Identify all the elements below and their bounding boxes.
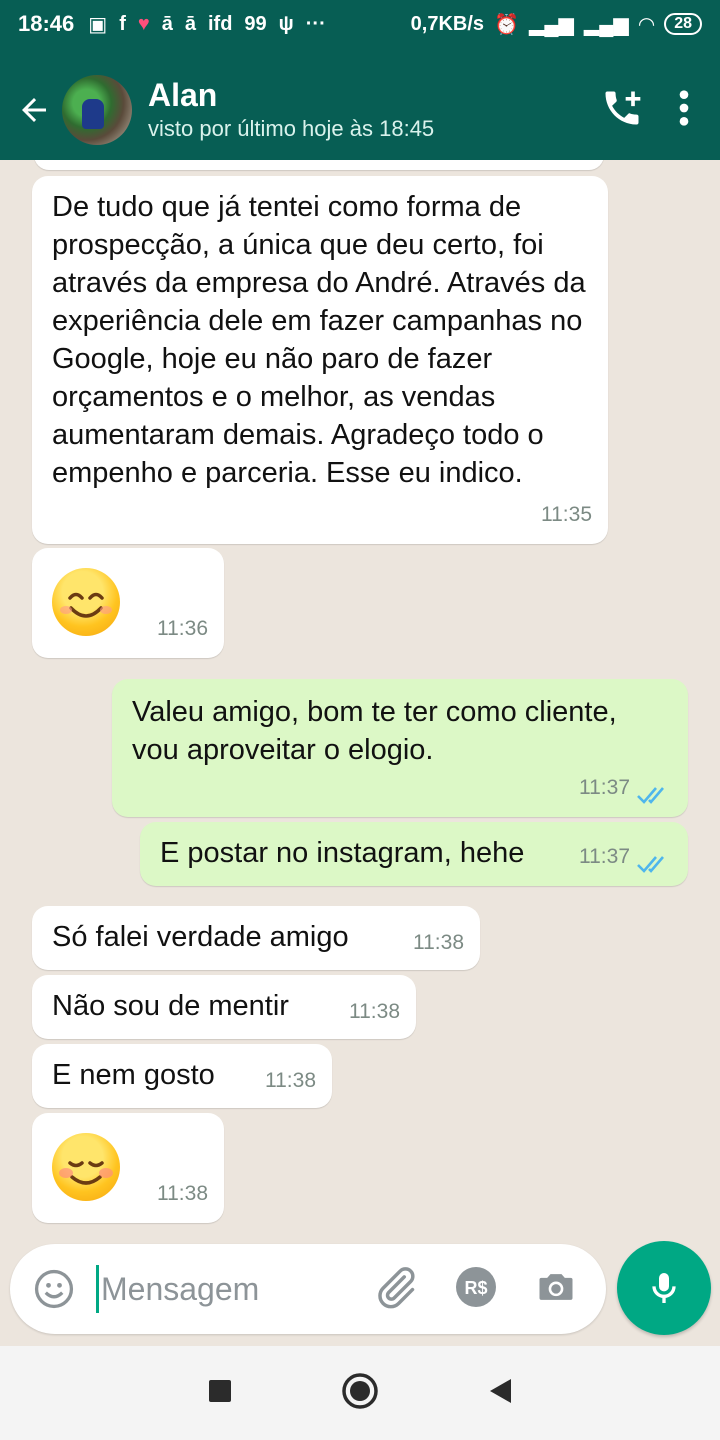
message-time: 11:38 [265,1069,316,1092]
system-icons: 0,7KB/s ⏰ ▂▄▆ ▂▄▆ ◠ 28 [411,12,702,37]
read-ticks-icon [637,787,664,804]
message-text: Valeu amigo, bom te ter como cliente, vo… [132,696,617,766]
message-text: De tudo que já tentei como forma de pros… [52,191,586,489]
status-bar: 18:46 ▣ f ♥ ā ā ifd 99 ψ ··· 0,7KB/s ⏰ ▂… [0,0,720,48]
net-speed: 0,7KB/s [410,12,485,35]
contact-name: Alan [148,77,218,113]
message-time: 11:38 [349,1000,400,1023]
message-text: Não sou de mentir [52,990,289,1022]
message-composer: Mensagem R$ [10,1244,606,1334]
message-bubble-outgoing[interactable]: Valeu amigo, bom te ter como cliente, vo… [112,679,688,817]
message-text: E nem gosto [52,1059,215,1091]
system-nav-bar [0,1346,720,1440]
read-ticks-icon [637,856,664,873]
ifood-icon: ifd [207,12,233,35]
message-bubble-outgoing[interactable]: E postar no instagram, hehe 11:37 [140,822,688,886]
message-bubble-incoming[interactable]: 😊 11:36 [32,548,224,658]
currency-brl-icon: R$ [456,1266,496,1307]
leaf-icon: ψ [278,12,294,35]
header-actions [600,86,690,135]
composer-actions: R$ [374,1265,578,1314]
signal-roaming-icon: ▂▄▆ [583,13,629,36]
svg-text:R$: R$ [464,1278,487,1298]
signal-icon: ▂▄▆ [528,13,574,36]
add-call-button[interactable] [600,86,644,135]
message-text: Só falei verdade amigo [52,921,349,953]
attach-button[interactable] [374,1265,418,1314]
more-options-button[interactable] [678,88,690,133]
message-time: 11:37 [579,845,630,868]
circle-icon [342,1372,378,1409]
battery-indicator: 28 [664,13,702,35]
notification-icons: ▣ f ♥ ā ā ifd 99 ψ ··· [88,12,325,37]
wifi-icon: ◠ [638,13,655,36]
alarm-icon: ⏰ [494,13,519,36]
message-time: 11:36 [157,617,208,640]
message-bubble-incoming[interactable]: Só falei verdade amigo 11:38 [32,906,480,970]
emoji-button[interactable] [32,1267,76,1311]
square-icon [209,1379,231,1402]
status-time: 18:46 [18,11,75,36]
text-cursor [96,1265,99,1313]
back-nav-button[interactable] [487,1377,513,1410]
back-button[interactable] [6,80,62,140]
arrow-left-icon [22,98,46,122]
contact-info[interactable]: Alan visto por último hoje às 18:45 [148,76,434,144]
app-icon: ā [184,12,196,35]
more-notifications-icon: ··· [305,12,326,35]
recents-button[interactable] [207,1378,233,1409]
message-bubble-incoming[interactable]: E nem gosto 11:38 [32,1044,332,1108]
message-bubble-incoming[interactable]: ☺️ 11:38 [32,1113,224,1223]
message-bubble-incoming[interactable]: Não sou de mentir 11:38 [32,975,416,1039]
camera-icon [539,1273,573,1300]
message-time: 11:38 [413,931,464,954]
last-seen: visto por último hoje às 18:45 [148,116,435,141]
triangle-back-icon [490,1378,511,1403]
movie-icon: ▣ [88,13,108,36]
home-button[interactable] [341,1372,379,1415]
camera-button[interactable] [534,1265,578,1314]
payment-button[interactable]: R$ [454,1265,498,1314]
message-input[interactable]: Mensagem [101,1271,259,1308]
heart-icon: ♥ [137,12,150,35]
avatar[interactable] [62,75,132,145]
app-99-icon: 99 [244,12,267,35]
app-icon: ā [161,12,173,35]
message-list[interactable]: De tudo que já tentei como forma de pros… [0,160,720,1245]
emoji-icon [34,1269,74,1309]
voice-record-button[interactable] [617,1241,711,1335]
message-text: E postar no instagram, hehe [160,837,525,869]
more-vert-icon [679,89,689,126]
paperclip-icon [378,1266,415,1308]
message-bubble-incoming[interactable]: De tudo que já tentei como forma de pros… [32,176,608,544]
smiling-face-blush-emoji [52,1133,120,1201]
facebook-icon: f [119,12,126,35]
microphone-icon [652,1273,676,1303]
message-time: 11:35 [541,503,592,526]
header: 18:46 ▣ f ♥ ā ā ifd 99 ψ ··· 0,7KB/s ⏰ ▂… [0,0,720,160]
phone-plus-icon [605,91,641,124]
message-time: 11:37 [579,776,630,799]
message-bubble-partial [34,160,604,170]
smiling-face-emoji [52,568,120,636]
chat-app-bar: Alan visto por último hoje às 18:45 [0,60,720,160]
message-time: 11:38 [157,1182,208,1205]
